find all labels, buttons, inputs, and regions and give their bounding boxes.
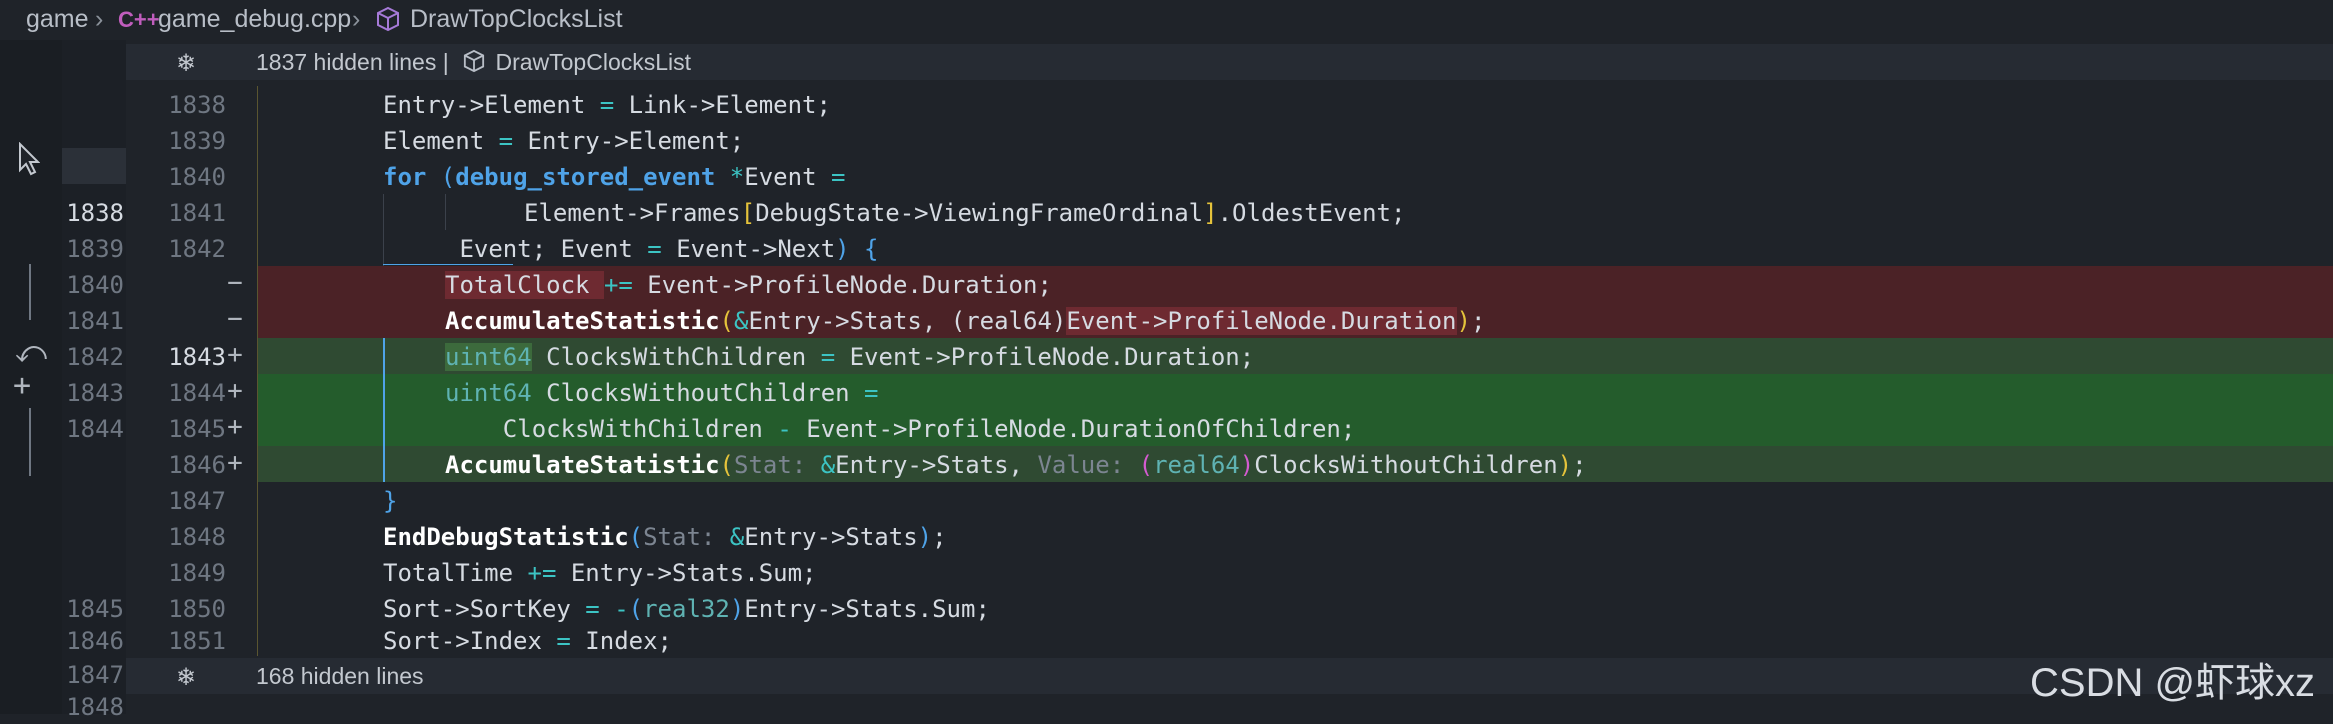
code-line: 1848 <box>0 688 2333 724</box>
breadcrumb-item-file[interactable]: game_debug.cpp <box>158 5 351 34</box>
unfold-icon[interactable]: ❄ <box>176 49 196 78</box>
symbol-method-icon <box>376 6 400 39</box>
watermark: CSDN @虾球xz <box>2030 661 2316 705</box>
indent-guide <box>445 194 446 230</box>
line-number: 1847 <box>66 661 124 689</box>
line-number: 1839 <box>168 127 226 155</box>
symbol-method-icon <box>463 49 485 79</box>
line-number: 1843 <box>168 343 226 371</box>
chevron-right-icon: › <box>95 5 104 33</box>
added-line: 1844 1845 + ClocksWithChildren - Event->… <box>0 410 2333 446</box>
indent-guide <box>257 86 258 656</box>
line-number: 1841 <box>66 307 124 335</box>
code-text: Entry->Element = Link->Element; <box>383 91 831 119</box>
code-line: 1845 1850 Sort->SortKey = -(real32)Entry… <box>0 590 2333 626</box>
code-line: 1849 TotalTime += Entry->Stats.Sum; <box>0 554 2333 590</box>
code-text: for (debug_stored_event *Event = <box>383 163 846 191</box>
deleted-line: 1841 − AccumulateStatistic(&Entry->Stats… <box>0 302 2333 338</box>
indent-guide <box>383 194 384 266</box>
added-line: 1842 1843 + uint64 ClocksWithChildren = … <box>0 338 2333 374</box>
code-line: 1839 1842 Event; Event = Event->Next) { <box>0 230 2333 266</box>
code-line: 1847 } <box>0 482 2333 518</box>
breadcrumb-item-symbol[interactable]: DrawTopClocksList <box>410 5 623 34</box>
line-number: 1847 <box>168 487 226 515</box>
code-text: EndDebugStatistic(Stat: &Entry->Stats); <box>383 523 947 551</box>
line-number: 1846 <box>168 451 226 479</box>
code-line: 1840 for (debug_stored_event *Event = <box>0 158 2333 194</box>
line-number: 1840 <box>66 271 124 299</box>
code-text: Sort->Index = Index; <box>383 627 672 655</box>
code-text: TotalTime += Entry->Stats.Sum; <box>383 559 817 587</box>
line-number: 1839 <box>66 235 124 263</box>
line-number: 1838 <box>66 199 124 227</box>
line-number: 1849 <box>168 559 226 587</box>
line-number: 1850 <box>168 595 226 623</box>
indent-guide <box>383 338 385 482</box>
code-line: 1846 1851 Sort->Index = Index; <box>0 622 2333 658</box>
line-number: 1844 <box>168 379 226 407</box>
hidden-lines-label: 1837 hidden lines | DrawTopClocksList <box>256 49 691 79</box>
bracket-guide <box>383 264 513 265</box>
code-text: Element->Frames[DebugState->ViewingFrame… <box>524 199 1406 227</box>
added-line: 1843 1844 + uint64 ClocksWithoutChildren… <box>0 374 2333 410</box>
code-line: 1838 1841 Element->Frames[DebugState->Vi… <box>0 194 2333 230</box>
deleted-line: 1840 − TotalClock += Event->ProfileNode.… <box>0 266 2333 302</box>
code-text: Sort->SortKey = -(real32)Entry->Stats.Su… <box>383 595 990 623</box>
line-number: 1846 <box>66 627 124 655</box>
code-line: 1847 <box>0 656 2333 692</box>
line-number: 1845 <box>168 415 226 443</box>
breadcrumb: game › C++ game_debug.cpp › DrawTopClock… <box>0 0 2333 40</box>
breadcrumb-item-folder[interactable]: game <box>26 5 89 34</box>
code-text: TotalClock += Event->ProfileNode.Duratio… <box>445 271 1052 299</box>
code-text: Element = Entry->Element; <box>383 127 745 155</box>
line-number: 1851 <box>168 627 226 655</box>
code-text: uint64 ClocksWithoutChildren = <box>445 379 879 407</box>
minus-icon: − <box>227 304 243 334</box>
code-text: uint64 ClocksWithChildren = Event->Profi… <box>445 343 1255 371</box>
code-text: Event; Event = Event->Next) { <box>445 235 879 263</box>
code-text: } <box>383 487 398 515</box>
line-number: 1845 <box>66 595 124 623</box>
line-number: 1848 <box>168 523 226 551</box>
line-number: 1842 <box>168 235 226 263</box>
line-number: 1843 <box>66 379 124 407</box>
line-number: 1844 <box>66 415 124 443</box>
plus-icon: + <box>227 412 243 442</box>
plus-icon: + <box>227 340 243 370</box>
line-number: 1838 <box>168 91 226 119</box>
line-number: 1840 <box>168 163 226 191</box>
code-line: 1839 Element = Entry->Element; <box>0 122 2333 158</box>
plus-icon: + <box>227 376 243 406</box>
code-line: 1838 Entry->Element = Link->Element; <box>0 86 2333 122</box>
line-number: 1848 <box>66 693 124 721</box>
chevron-right-icon: › <box>352 5 361 33</box>
plus-icon: + <box>227 448 243 478</box>
added-line: 1846 + AccumulateStatistic(Stat: &Entry-… <box>0 446 2333 482</box>
code-line: 1848 EndDebugStatistic(Stat: &Entry->Sta… <box>0 518 2333 554</box>
code-text: AccumulateStatistic(&Entry->Stats, (real… <box>445 307 1486 335</box>
code-text: ClocksWithChildren - Event->ProfileNode.… <box>445 415 1356 443</box>
cpp-file-icon: C++ <box>118 7 160 32</box>
minus-icon: − <box>227 268 243 298</box>
line-number: 1841 <box>168 199 226 227</box>
line-number: 1842 <box>66 343 124 371</box>
code-text: AccumulateStatistic(Stat: &Entry->Stats,… <box>445 451 1587 479</box>
fold-bar-top[interactable]: ❄ 1837 hidden lines | DrawTopClocksList <box>126 44 2333 80</box>
